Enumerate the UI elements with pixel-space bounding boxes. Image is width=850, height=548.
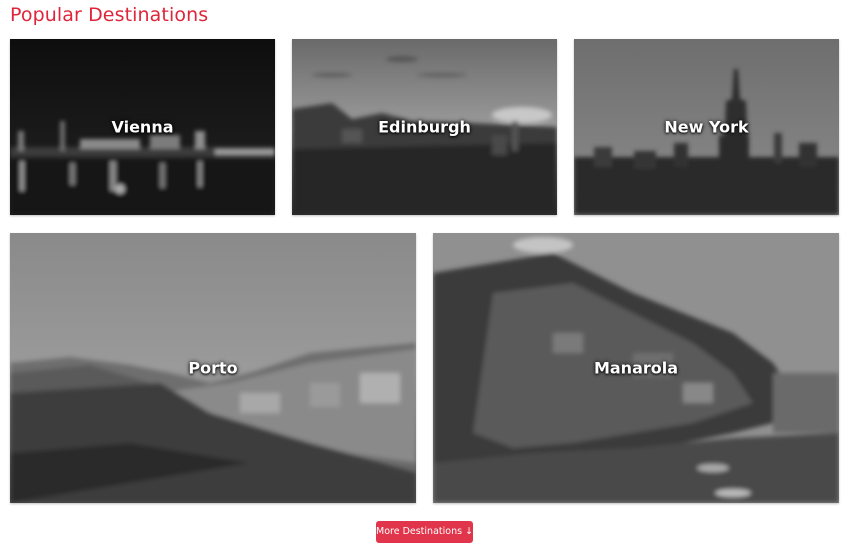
section-title: Popular Destinations <box>10 4 209 26</box>
more-destinations-label: More Destinations <box>376 526 463 537</box>
destination-label: New York <box>664 117 749 137</box>
destination-card-edinburgh[interactable]: Edinburgh <box>292 39 557 215</box>
destination-label: Edinburgh <box>378 117 471 137</box>
destination-label: Vienna <box>111 117 174 137</box>
more-destinations-button[interactable]: More Destinations ↓ <box>376 521 473 543</box>
arrow-down-icon: ↓ <box>465 526 474 537</box>
destination-label: Manarola <box>593 358 679 378</box>
destination-label: Porto <box>188 358 238 378</box>
destination-card-vienna[interactable]: Vienna <box>10 39 275 215</box>
destination-card-manarola[interactable]: Manarola <box>433 233 839 503</box>
destination-card-new-york[interactable]: New York <box>574 39 839 215</box>
destination-card-porto[interactable]: Porto <box>10 233 416 503</box>
